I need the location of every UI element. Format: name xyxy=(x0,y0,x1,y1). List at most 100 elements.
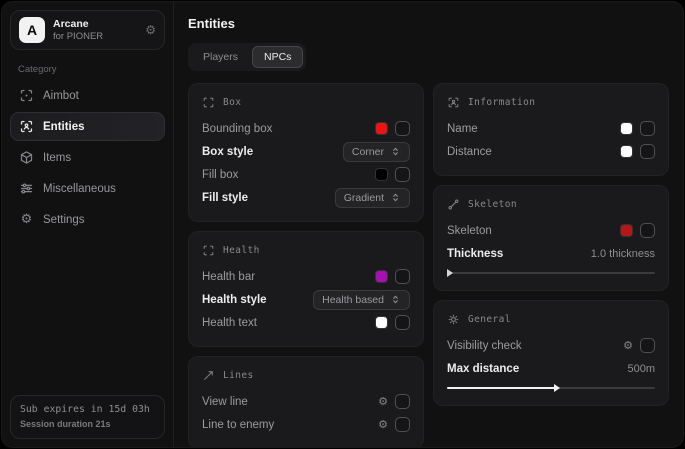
setting-label: Max distance xyxy=(447,363,519,375)
sidebar-nav: Aimbot Entities Items Miscellaneous ⚙ Se… xyxy=(10,81,165,234)
main-content: Entities Players NPCs Box Bounding box xyxy=(174,2,683,447)
sidebar-item-aimbot[interactable]: Aimbot xyxy=(10,81,165,110)
info-scan-icon xyxy=(447,96,460,109)
app-subtitle: for PIONER xyxy=(53,31,137,43)
max-distance-slider[interactable] xyxy=(447,383,655,393)
setting-label: View line xyxy=(202,396,248,408)
view-line-checkbox[interactable] xyxy=(395,394,410,409)
diagonal-line-icon xyxy=(202,369,215,382)
visibility-check-checkbox[interactable] xyxy=(640,338,655,353)
setting-label: Skeleton xyxy=(447,225,492,237)
slider-handle[interactable] xyxy=(447,269,453,277)
setting-label: Box style xyxy=(202,146,253,158)
sidebar-item-label: Aimbot xyxy=(43,90,79,102)
fill-style-row: Fill style Gradient xyxy=(202,186,410,209)
dropdown-value: Health based xyxy=(322,294,384,306)
health-text-row: Health text xyxy=(202,311,410,334)
skeleton-row: Skeleton xyxy=(447,219,655,242)
setting-label: Health style xyxy=(202,294,267,306)
lines-card: Lines View line ⚙ Line to enemy ⚙ xyxy=(188,356,424,447)
health-style-dropdown[interactable]: Health based xyxy=(313,290,410,310)
color-swatch[interactable] xyxy=(375,122,388,135)
setting-label: Health text xyxy=(202,317,257,329)
gear-icon[interactable]: ⚙ xyxy=(378,418,388,431)
line-to-enemy-row: Line to enemy ⚙ xyxy=(202,413,410,436)
card-title: Health xyxy=(223,245,260,256)
sidebar-item-label: Entities xyxy=(43,121,85,133)
box-style-dropdown[interactable]: Corner xyxy=(343,142,410,162)
card-title: General xyxy=(468,314,511,325)
gear-icon: ⚙ xyxy=(19,212,34,227)
setting-label: Distance xyxy=(447,146,492,158)
sidebar-item-items[interactable]: Items xyxy=(10,143,165,172)
setting-label: Bounding box xyxy=(202,123,272,135)
health-bar-row: Health bar xyxy=(202,265,410,288)
card-title: Lines xyxy=(223,370,254,381)
color-swatch[interactable] xyxy=(620,122,633,135)
color-swatch[interactable] xyxy=(375,270,388,283)
dropdown-value: Gradient xyxy=(344,192,384,204)
health-text-checkbox[interactable] xyxy=(395,315,410,330)
sun-icon xyxy=(447,313,460,326)
fill-box-checkbox[interactable] xyxy=(395,167,410,182)
sidebar-item-entities[interactable]: Entities xyxy=(10,112,165,141)
sidebar-item-label: Settings xyxy=(43,214,85,226)
view-line-row: View line ⚙ xyxy=(202,390,410,413)
color-swatch[interactable] xyxy=(620,224,633,237)
setting-label: Visibility check xyxy=(447,340,522,352)
app-logo: A xyxy=(19,17,45,43)
color-swatch[interactable] xyxy=(620,145,633,158)
crosshair-scan-icon xyxy=(19,88,34,103)
sidebar-item-label: Items xyxy=(43,152,71,164)
category-label: Category xyxy=(18,64,165,75)
thickness-row: Thickness 1.0 thickness xyxy=(447,242,655,265)
color-swatch[interactable] xyxy=(375,168,388,181)
name-row: Name xyxy=(447,117,655,140)
box-style-row: Box style Corner xyxy=(202,140,410,163)
dropdown-value: Corner xyxy=(352,146,384,158)
sidebar-item-label: Miscellaneous xyxy=(43,183,116,195)
sliders-icon xyxy=(19,181,34,196)
thickness-slider[interactable] xyxy=(447,268,655,278)
sub-expiry-text: Sub expires in 15d 03h xyxy=(20,403,155,418)
bone-icon xyxy=(447,198,460,211)
gear-icon[interactable]: ⚙ xyxy=(378,395,388,408)
tab-players[interactable]: Players xyxy=(191,46,250,68)
setting-label: Name xyxy=(447,123,478,135)
fill-style-dropdown[interactable]: Gradient xyxy=(335,188,410,208)
app-window: A Arcane for PIONER ⚙ Category Aimbot En… xyxy=(1,1,684,448)
sidebar-item-settings[interactable]: ⚙ Settings xyxy=(10,205,165,234)
health-bar-checkbox[interactable] xyxy=(395,269,410,284)
page-title: Entities xyxy=(188,16,669,31)
app-name: Arcane xyxy=(53,18,137,31)
tab-npcs[interactable]: NPCs xyxy=(252,46,303,68)
corner-brackets-icon xyxy=(202,96,215,109)
setting-label: Line to enemy xyxy=(202,419,274,431)
line-to-enemy-checkbox[interactable] xyxy=(395,417,410,432)
chevron-sort-icon xyxy=(390,146,401,157)
visibility-check-row: Visibility check ⚙ xyxy=(447,334,655,357)
max-distance-value: 500m xyxy=(627,363,655,375)
skeleton-checkbox[interactable] xyxy=(640,223,655,238)
chevron-sort-icon xyxy=(390,294,401,305)
name-checkbox[interactable] xyxy=(640,121,655,136)
gear-icon[interactable]: ⚙ xyxy=(623,339,633,352)
target-tabs: Players NPCs xyxy=(188,43,306,71)
box-card: Box Bounding box Box style Corner xyxy=(188,83,424,222)
skeleton-card: Skeleton Skeleton Thickness 1.0 thicknes… xyxy=(433,185,669,291)
card-title: Information xyxy=(468,97,535,108)
corner-brackets-icon xyxy=(202,244,215,257)
sidebar-item-miscellaneous[interactable]: Miscellaneous xyxy=(10,174,165,203)
session-duration-text: Session duration 21s xyxy=(20,418,155,432)
gear-icon[interactable]: ⚙ xyxy=(145,23,156,37)
setting-label: Health bar xyxy=(202,271,255,283)
distance-checkbox[interactable] xyxy=(640,144,655,159)
health-style-row: Health style Health based xyxy=(202,288,410,311)
app-header-card: A Arcane for PIONER ⚙ xyxy=(10,10,165,50)
fill-box-row: Fill box xyxy=(202,163,410,186)
color-swatch[interactable] xyxy=(375,316,388,329)
bounding-box-checkbox[interactable] xyxy=(395,121,410,136)
thickness-value: 1.0 thickness xyxy=(591,248,655,260)
setting-label: Fill box xyxy=(202,169,238,181)
sidebar: A Arcane for PIONER ⚙ Category Aimbot En… xyxy=(2,2,174,447)
